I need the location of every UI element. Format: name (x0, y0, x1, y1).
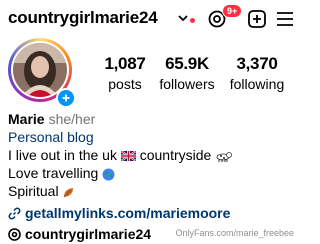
stat-followers-value: 65.9K (165, 54, 209, 73)
link-icon (8, 207, 21, 219)
bio-line-2: Love travelling (8, 164, 298, 182)
uk-flag-icon (120, 151, 136, 162)
threads-icon (8, 227, 21, 241)
stat-posts[interactable]: 1,087 posts (90, 54, 160, 92)
notification-badge: 9+ (222, 4, 243, 18)
bio-line-3: Spiritual (8, 182, 298, 200)
leaf-icon (64, 187, 74, 198)
threads-badge[interactable]: countrygirlmarie24 (8, 226, 151, 242)
username-title[interactable]: countrygirlmarie24 (8, 8, 158, 28)
watermark-text: OnlyFans.com/marie_freebee (175, 228, 294, 238)
stat-followers-label: followers (159, 76, 215, 92)
globe-icon (102, 168, 115, 181)
profile-category[interactable]: Personal blog (8, 128, 298, 146)
profile-avatar[interactable] (8, 38, 76, 108)
stat-following-value: 3,370 (236, 54, 278, 73)
stat-posts-value: 1,087 (104, 54, 146, 73)
bio-line-1: I live out in the uk countryside (8, 146, 298, 164)
add-story-icon[interactable] (56, 88, 76, 108)
threads-username: countrygirlmarie24 (25, 226, 152, 242)
profile-header: countrygirlmarie24 9+ (8, 4, 294, 30)
display-name: Marie (8, 111, 45, 127)
pronouns: she/her (48, 111, 96, 127)
stat-following-label: following (229, 76, 285, 92)
menu-icon[interactable] (276, 11, 294, 27)
dog-icon (216, 152, 233, 163)
chevron-down-icon[interactable] (178, 11, 188, 25)
stat-following[interactable]: 3,370 following (222, 54, 292, 92)
stat-followers[interactable]: 65.9K followers (152, 54, 222, 92)
unread-dot (190, 18, 195, 23)
bio-link[interactable]: getallmylinks.com/mariemoore (8, 204, 298, 222)
avatar-photo (13, 43, 67, 97)
stat-posts-label: posts (108, 76, 142, 92)
add-icon[interactable] (248, 10, 266, 28)
profile-bio: Marie she/her Personal blog I live out in… (8, 110, 298, 222)
